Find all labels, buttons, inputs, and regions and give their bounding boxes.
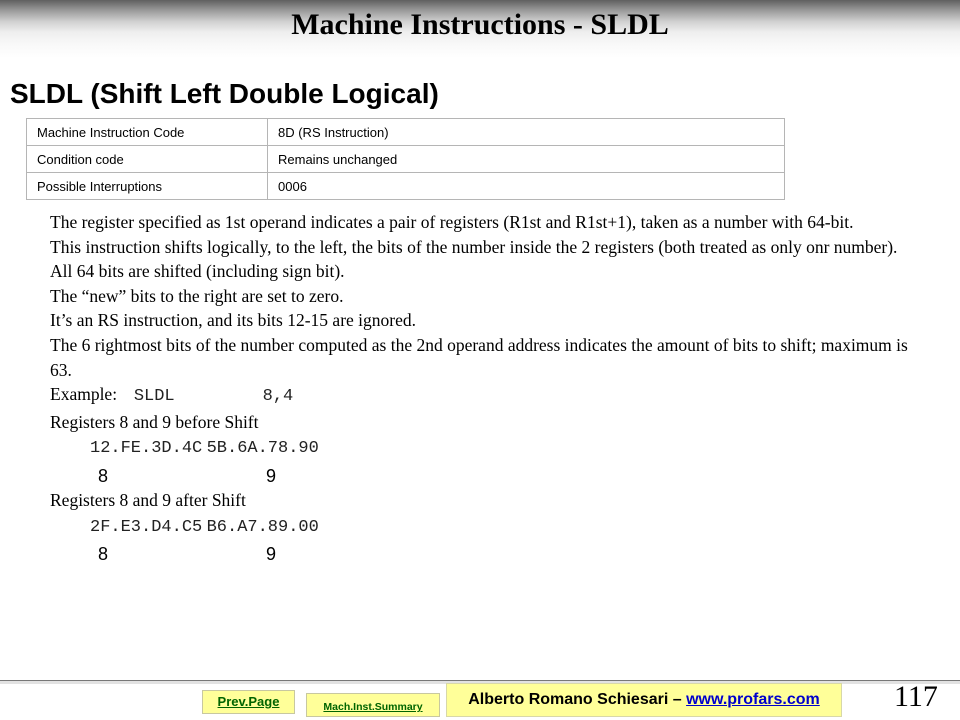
page-number: 117 [894, 680, 938, 713]
example-mnemonic: SLDL [133, 387, 175, 407]
table-cell-value: 8D (RS Instruction) [267, 118, 785, 146]
paragraph: It’s an RS instruction, and its bits 12-… [50, 310, 416, 331]
table-cell-label: Possible Interruptions [26, 172, 268, 200]
author-name: Alberto Romano Schiesari – [468, 691, 687, 708]
paragraph: All 64 bits are shifted (including sign … [50, 261, 345, 282]
after-register-labels: 8 9 [50, 540, 910, 566]
register-label: 9 [266, 544, 277, 565]
summary-link-button[interactable]: Mach.Inst.Summary [306, 693, 440, 717]
example-operands: 8,4 [262, 387, 294, 407]
before-reg8-value: 12.FE.3D.4C [90, 439, 203, 459]
paragraph: The 6 rightmost bits of the number compu… [50, 334, 908, 380]
before-registers: 12.FE.3D.4C 5B.6A.78.90 [50, 434, 910, 462]
instruction-info-table: Machine Instruction Code 8D (RS Instruct… [26, 118, 785, 200]
register-label: 9 [266, 465, 277, 486]
description-body: The register specified as 1st operand in… [50, 210, 910, 566]
paragraph: The register specified as 1st operand in… [50, 212, 854, 232]
table-cell-label: Condition code [26, 145, 268, 173]
paragraph: This instruction shifts logically, to th… [50, 236, 898, 257]
table-cell-label: Machine Instruction Code [26, 118, 268, 146]
before-reg9-value: 5B.6A.78.90 [206, 439, 319, 459]
before-register-labels: 8 9 [50, 462, 910, 488]
table-row: Machine Instruction Code 8D (RS Instruct… [26, 118, 785, 146]
table-cell-value: Remains unchanged [267, 145, 785, 173]
table-row: Possible Interruptions 0006 [26, 172, 785, 200]
register-label: 8 [98, 544, 109, 565]
after-heading: Registers 8 and 9 after Shift [50, 489, 246, 510]
after-reg8-value: 2F.E3.D4.C5 [90, 517, 203, 537]
author-banner: Alberto Romano Schiesari – www.profars.c… [446, 683, 842, 717]
register-label: 8 [98, 465, 109, 486]
table-row: Condition code Remains unchanged [26, 145, 785, 173]
example-label: Example: [50, 384, 118, 405]
example-line: Example: SLDL 8,4 [50, 382, 910, 410]
after-registers: 2F.E3.D4.C5 B6.A7.89.00 [50, 513, 910, 541]
table-cell-value: 0006 [267, 172, 785, 200]
slide-subtitle: SLDL (Shift Left Double Logical) [10, 78, 439, 109]
slide-title: Machine Instructions - SLDL [291, 8, 669, 41]
prev-page-button[interactable]: Prev.Page [202, 690, 295, 714]
before-heading: Registers 8 and 9 before Shift [50, 411, 259, 432]
website-link[interactable]: www.profars.com [686, 691, 820, 708]
after-reg9-value: B6.A7.89.00 [206, 517, 319, 537]
paragraph: The “new” bits to the right are set to z… [50, 285, 344, 306]
